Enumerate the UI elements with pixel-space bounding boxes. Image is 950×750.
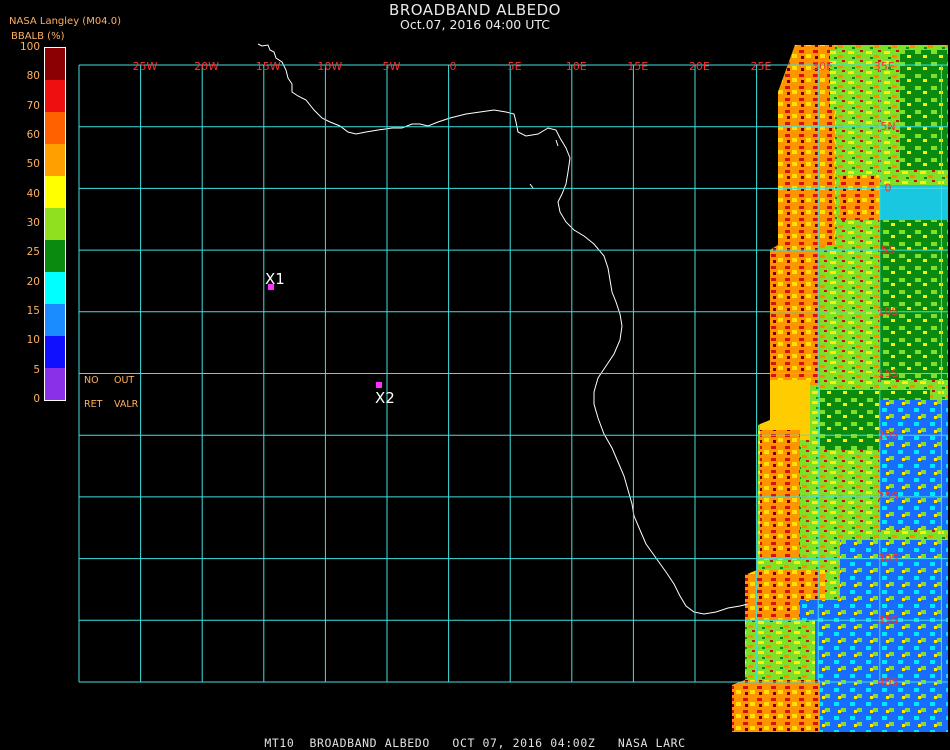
marker-x1-label: X1 [265, 270, 285, 288]
colorbar [44, 47, 66, 401]
longitude-label: 0 [450, 60, 457, 73]
longitude-label: 10E [566, 60, 587, 73]
latitude-label: 35S [878, 614, 899, 627]
map-viewer: BROADBAND ALBEDO Oct.07, 2016 04:00 UTC … [0, 0, 950, 750]
albedo-field [732, 45, 948, 732]
colorbar-swatch [45, 240, 65, 272]
latitude-label: 5S [881, 243, 895, 256]
colorbar-swatch [45, 144, 65, 176]
marker-x2[interactable]: X2 [375, 382, 395, 407]
colorbar-swatch [45, 48, 65, 80]
colorbar-swatch [45, 112, 65, 144]
marker-x1[interactable]: X1 [265, 270, 285, 290]
colorbar-swatch [45, 208, 65, 240]
latitude-label: 15S [878, 367, 899, 380]
latitude-label: 30S [878, 552, 899, 565]
longitude-label: 15E [627, 60, 648, 73]
latitude-label: 25S [878, 490, 899, 503]
latitude-label: 20S [878, 429, 899, 442]
latitude-label: 40S [878, 675, 899, 688]
longitude-label: 10W [317, 60, 342, 73]
colorbar-swatch [45, 176, 65, 208]
longitude-label: 20W [194, 60, 219, 73]
longitude-label: 25W [133, 60, 158, 73]
footer-caption: MT10 BROADBAND ALBEDO OCT 07, 2016 04:00… [264, 736, 686, 750]
longitude-label: 20E [689, 60, 710, 73]
marker-x2-dot [376, 382, 382, 388]
longitude-label: 15W [256, 60, 281, 73]
albedo-map[interactable]: 25W 20W 15W 10W 5W 0 5E 10E 15E 20E 25E 30E 35E 5N 0 5… [0, 0, 950, 750]
longitude-label: 5W [382, 60, 400, 73]
latitude-label: 5N [880, 120, 895, 133]
longitude-labels: 25W 20W 15W 10W 5W 0 5E 10E 15E 20E 25E 30E 35E [133, 60, 895, 73]
colorbar-swatch [45, 304, 65, 336]
colorbar-swatch [45, 368, 65, 400]
longitude-label: 25E [751, 60, 772, 73]
latitude-label: 10S [878, 305, 899, 318]
colorbar-swatch [45, 336, 65, 368]
longitude-label: 30E [812, 60, 833, 73]
longitude-label: 35E [874, 60, 895, 73]
latitude-label: 0 [885, 182, 892, 195]
colorbar-swatch [45, 272, 65, 304]
coastline [257, 43, 749, 615]
marker-x2-label: X2 [375, 389, 395, 407]
longitude-label: 5E [508, 60, 522, 73]
colorbar-swatch [45, 80, 65, 112]
